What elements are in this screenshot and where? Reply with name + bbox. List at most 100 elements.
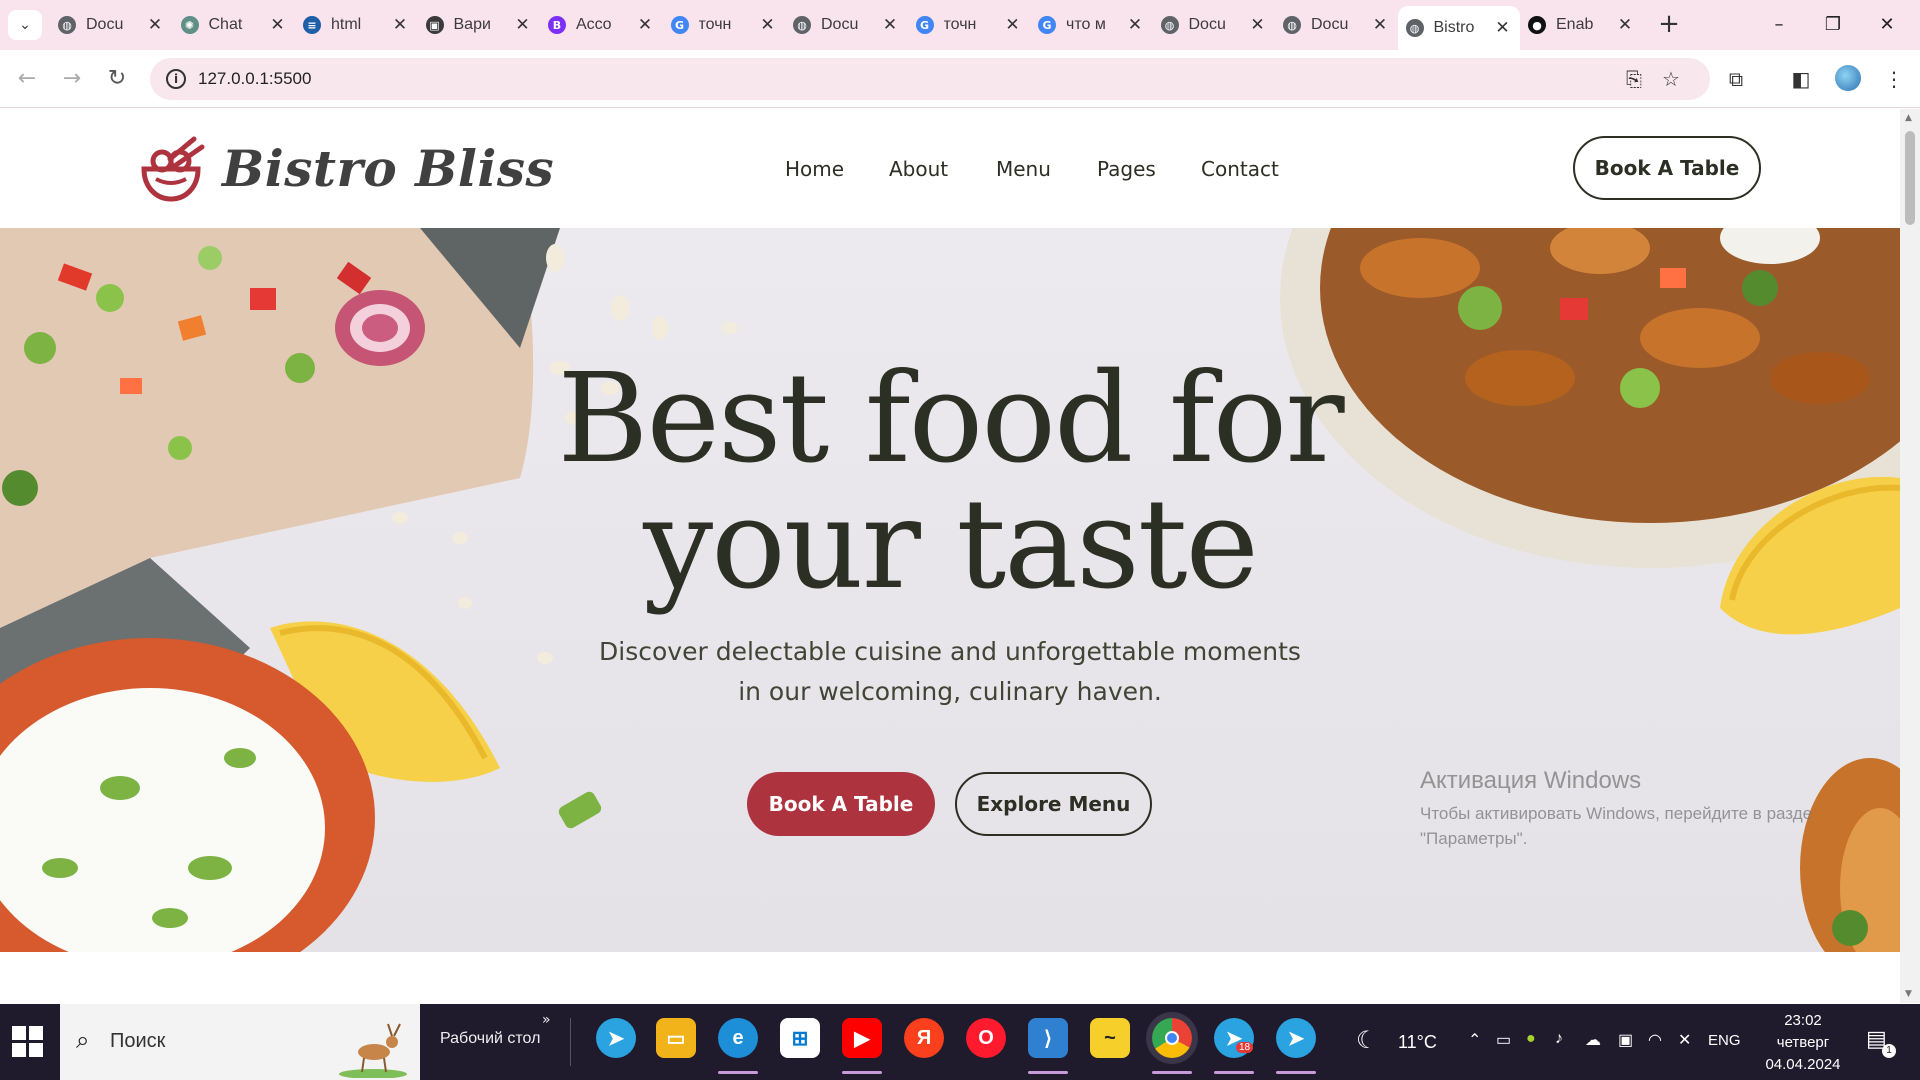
nav-pages[interactable]: Pages: [1097, 157, 1156, 181]
tab-title: Enab: [1556, 16, 1594, 33]
new-tab-button[interactable]: +: [1652, 8, 1686, 42]
language-indicator[interactable]: ENG: [1708, 1032, 1741, 1080]
tab[interactable]: ▣ Вари ✕: [418, 6, 540, 44]
tray-device-icon[interactable]: ▭: [1496, 1030, 1511, 1080]
tab-title: Docu: [1188, 16, 1226, 33]
tray-app-icon[interactable]: ●: [1526, 1030, 1536, 1080]
hero-book-table-button[interactable]: Book A Table: [747, 772, 935, 836]
tray-monitor-icon[interactable]: ▣: [1618, 1030, 1633, 1080]
tab-close-icon[interactable]: ✕: [391, 15, 409, 35]
tab-close-icon[interactable]: ✕: [269, 15, 287, 35]
tab-close-icon[interactable]: ✕: [1249, 15, 1267, 35]
globe-icon: ◍: [1160, 16, 1179, 34]
tab[interactable]: ≡ html ✕: [295, 6, 417, 44]
tab[interactable]: ◍ Docu ✕: [1275, 6, 1397, 44]
tab[interactable]: Gточн ✕: [908, 6, 1030, 44]
extensions-icon[interactable]: ⧉: [1720, 63, 1752, 95]
back-button[interactable]: ←: [10, 62, 44, 96]
tab[interactable]: ✺ Chat ✕: [173, 6, 295, 44]
telegram-beta-icon[interactable]: ➤: [1276, 1018, 1316, 1058]
yandex-browser-icon[interactable]: Я: [904, 1018, 944, 1058]
tab[interactable]: ◍ Docu ✕: [50, 6, 172, 44]
tab-close-icon[interactable]: ✕: [146, 15, 164, 35]
speaker-muted-icon[interactable]: ✕: [1678, 1030, 1691, 1080]
system-clock[interactable]: 23:02 четверг 04.04.2024: [1758, 1010, 1848, 1076]
youtube-icon[interactable]: ▶: [842, 1018, 882, 1058]
tab[interactable]: Gточн ✕: [663, 6, 785, 44]
close-window-button[interactable]: ✕: [1860, 8, 1914, 42]
scrollbar-thumb[interactable]: [1905, 131, 1915, 225]
hero-subtitle-line-2: in our welcoming, culinary haven.: [738, 677, 1162, 706]
tab[interactable]: Gчто м ✕: [1030, 6, 1152, 44]
telegram-app-icon[interactable]: ➤: [596, 1018, 636, 1058]
bookmark-star-icon[interactable]: ☆: [1657, 67, 1685, 91]
edge-browser-icon[interactable]: e: [718, 1018, 758, 1058]
desktop-toolbar-label[interactable]: Рабочий стол: [440, 1030, 540, 1048]
tab-close-icon[interactable]: ✕: [636, 15, 654, 35]
tab-close-icon[interactable]: ✕: [881, 15, 899, 35]
restore-icon: ❐: [1824, 14, 1842, 35]
tab-close-icon[interactable]: ✕: [1126, 15, 1144, 35]
translate-icon[interactable]: ⎘: [1620, 67, 1648, 91]
minimize-button[interactable]: –: [1752, 8, 1806, 42]
browser-tab-strip: ⌄ ◍ Docu ✕ ✺ Chat ✕ ≡ html ✕ ▣ Вари ✕ B Acco ✕ Gточн ✕ ◍ D…: [0, 0, 1920, 50]
tab[interactable]: ◍ Docu ✕: [1153, 6, 1275, 44]
nav-home[interactable]: Home: [785, 157, 844, 181]
tab[interactable]: ◍ Docu ✕: [785, 6, 907, 44]
clock-time: 23:02: [1784, 1012, 1822, 1029]
weather-temperature[interactable]: 11°C: [1398, 1032, 1437, 1080]
weather-icon[interactable]: ☾: [1356, 1026, 1378, 1080]
globe-icon: ◍: [58, 16, 76, 34]
nav-about[interactable]: About: [889, 157, 948, 181]
taskbar-search-box[interactable]: ⌕ Поиск: [60, 1004, 420, 1080]
tab[interactable]: ● Enab ✕: [1520, 6, 1642, 44]
hero-title: Best food for your taste: [450, 356, 1450, 608]
scroll-down-icon[interactable]: ▼: [1905, 989, 1912, 999]
forward-button[interactable]: →: [55, 62, 89, 96]
microphone-icon[interactable]: ♪: [1555, 1030, 1563, 1080]
clock-day: четверг: [1776, 1034, 1830, 1051]
tab-close-icon[interactable]: ✕: [1494, 18, 1512, 38]
hero-title-line-2: your taste: [643, 473, 1259, 617]
reload-button[interactable]: ↻: [100, 62, 134, 96]
tab-close-icon[interactable]: ✕: [514, 15, 532, 35]
address-url[interactable]: 127.0.0.1:5500: [198, 69, 311, 89]
wifi-icon[interactable]: ◠: [1648, 1030, 1662, 1080]
tab-search-button[interactable]: ⌄: [8, 10, 42, 40]
brand-name[interactable]: Bistro Bliss: [222, 139, 554, 198]
tab-close-icon[interactable]: ✕: [1371, 15, 1389, 35]
menu-kebab-icon[interactable]: ⋮: [1878, 63, 1910, 95]
tab-title: Docu: [1311, 16, 1349, 33]
tab-close-icon[interactable]: ✕: [1616, 15, 1634, 35]
hero-subtitle: Discover delectable cuisine and unforget…: [560, 632, 1340, 712]
header-book-table-button[interactable]: Book A Table: [1573, 136, 1761, 200]
opera-browser-icon[interactable]: O: [966, 1018, 1006, 1058]
nav-contact[interactable]: Contact: [1201, 157, 1279, 181]
start-button[interactable]: [12, 1026, 44, 1058]
scroll-up-icon[interactable]: ▲: [1905, 113, 1912, 123]
search-icon: ⌕: [76, 1026, 90, 1054]
tab[interactable]: B Acco ✕: [540, 6, 662, 44]
profile-avatar[interactable]: [1835, 65, 1861, 91]
address-bar[interactable]: i 127.0.0.1:5500 ⎘ ☆: [150, 58, 1710, 100]
chrome-browser-icon[interactable]: [1152, 1018, 1192, 1058]
nav-menu[interactable]: Menu: [996, 157, 1051, 181]
tab-title: html: [331, 16, 362, 33]
restore-button[interactable]: ❐: [1806, 8, 1860, 42]
site-info-icon[interactable]: i: [166, 69, 186, 89]
tab-active[interactable]: ◍ Bistro ✕: [1397, 6, 1520, 50]
page-scrollbar[interactable]: ▲ ▼: [1900, 109, 1920, 1003]
vscode-icon[interactable]: ⟩: [1028, 1018, 1068, 1058]
hero-explore-menu-button[interactable]: Explore Menu: [955, 772, 1152, 836]
yandex-games-icon[interactable]: ~: [1090, 1018, 1130, 1058]
media-icon: ▣: [425, 16, 444, 34]
side-panel-icon[interactable]: ◧: [1785, 63, 1817, 95]
file-explorer-icon[interactable]: ▭: [656, 1018, 696, 1058]
tab-close-icon[interactable]: ✕: [1004, 15, 1022, 35]
bowl-logo-icon: [141, 136, 205, 202]
onedrive-cloud-icon[interactable]: ☁: [1585, 1030, 1601, 1080]
chevron-double-right-icon[interactable]: »: [542, 1012, 551, 1028]
microsoft-store-icon[interactable]: ⊞: [780, 1018, 820, 1058]
chevron-up-icon[interactable]: ⌃: [1468, 1030, 1481, 1080]
tab-close-icon[interactable]: ✕: [759, 15, 777, 35]
